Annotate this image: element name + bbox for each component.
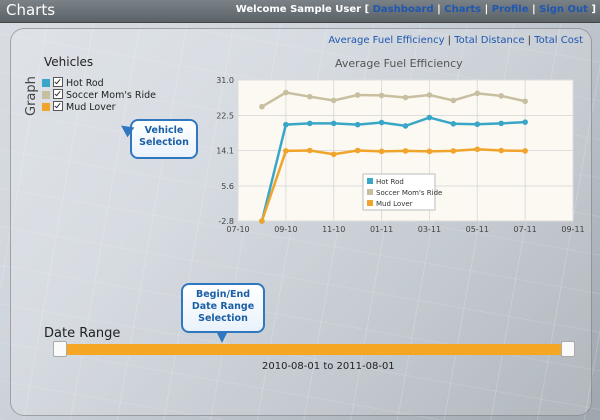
- data-point: [498, 147, 505, 154]
- data-point: [354, 147, 361, 154]
- legend-swatch: [367, 200, 373, 206]
- welcome-text: Welcome Sample User: [235, 4, 362, 15]
- data-point: [354, 121, 361, 128]
- data-point: [354, 92, 361, 98]
- sign-out-link[interactable]: Sign Out: [539, 4, 588, 15]
- date-range-callout: Begin/End Date Range Selection: [181, 283, 265, 343]
- x-tick-label: 11-10: [322, 225, 345, 234]
- graph-section-label: Graph: [24, 76, 39, 116]
- top-bar: Charts Welcome Sample User [ Dashboard |…: [0, 0, 600, 23]
- data-point: [450, 148, 457, 154]
- data-point: [474, 146, 481, 153]
- data-point: [450, 97, 457, 104]
- data-point: [259, 218, 265, 224]
- range-start: 2010-08-01: [262, 361, 321, 372]
- data-point: [402, 123, 409, 129]
- data-point: [474, 90, 481, 97]
- date-range-slider-track[interactable]: [55, 344, 573, 355]
- data-point: [522, 119, 528, 125]
- x-tick-label: 05-11: [466, 225, 489, 234]
- vehicle-item-soccer-moms-ride: Soccer Mom's Ride: [42, 89, 156, 101]
- data-point: [522, 148, 528, 154]
- data-point: [306, 93, 313, 100]
- x-tick-label: 07-10: [226, 225, 249, 234]
- date-range-end-handle[interactable]: [561, 341, 575, 357]
- x-tick-label: 09-10: [274, 225, 297, 234]
- color-swatch: [42, 103, 50, 111]
- data-point: [426, 114, 433, 121]
- vehicle-label: Mud Lover: [66, 102, 116, 113]
- tab-total-distance[interactable]: Total Distance: [454, 35, 524, 46]
- data-point: [330, 97, 337, 104]
- vehicle-item-hot-rod: Hot Rod: [42, 77, 104, 89]
- data-point: [498, 120, 505, 127]
- user-nav: Welcome Sample User [ Dashboard | Charts…: [235, 4, 596, 15]
- tab-average-fuel-efficiency[interactable]: Average Fuel Efficiency: [328, 35, 444, 46]
- data-point: [378, 119, 385, 126]
- legend-label: Soccer Mom's Ride: [376, 189, 442, 197]
- data-point: [330, 151, 337, 158]
- color-swatch: [42, 79, 50, 87]
- vehicle-checkbox-hot-rod[interactable]: [53, 77, 63, 87]
- data-point: [522, 98, 528, 105]
- vehicle-checkbox-soccer-moms-ride[interactable]: [53, 89, 63, 99]
- y-tick-label: 31.0: [216, 76, 234, 85]
- data-point: [426, 148, 433, 155]
- data-point: [283, 89, 289, 96]
- vehicle-item-mud-lover: Mud Lover: [42, 101, 116, 113]
- range-end: 2011-08-01: [336, 361, 395, 372]
- y-tick-label: 5.6: [221, 182, 234, 191]
- graph-tabs: Average Fuel Efficiency | Total Distance…: [328, 35, 583, 46]
- data-point: [306, 147, 313, 154]
- data-point: [402, 148, 409, 154]
- data-point: [259, 103, 265, 110]
- legend-swatch: [367, 178, 373, 184]
- data-point: [283, 148, 289, 154]
- y-tick-label: 14.1: [216, 147, 234, 156]
- date-range-start-handle[interactable]: [53, 341, 67, 357]
- date-range-text: 2010-08-01 to 2011-08-01: [262, 361, 395, 372]
- data-point: [330, 120, 337, 127]
- x-tick-label: 09-11: [561, 225, 584, 234]
- charts-link[interactable]: Charts: [444, 4, 481, 15]
- color-swatch: [42, 91, 50, 99]
- legend-label: Hot Rod: [376, 178, 404, 186]
- x-tick-label: 07-11: [514, 225, 537, 234]
- x-tick-label: 01-11: [370, 225, 393, 234]
- data-point: [498, 93, 505, 99]
- data-point: [306, 120, 313, 127]
- data-point: [450, 121, 457, 127]
- vehicle-selection-callout: Vehicle Selection: [130, 119, 198, 159]
- data-point: [474, 121, 481, 128]
- y-tick-label: 22.5: [216, 111, 234, 120]
- legend-label: Mud Lover: [376, 200, 413, 208]
- data-point: [283, 121, 289, 128]
- legend-swatch: [367, 189, 373, 195]
- tab-total-cost[interactable]: Total Cost: [534, 35, 583, 46]
- data-point: [378, 148, 385, 155]
- app-title: Charts: [6, 1, 56, 19]
- x-tick-label: 03-11: [418, 225, 441, 234]
- data-point: [402, 94, 409, 101]
- dashboard-link[interactable]: Dashboard: [373, 4, 434, 15]
- vehicles-title: Vehicles: [44, 55, 94, 69]
- range-separator: to: [323, 361, 334, 372]
- profile-link[interactable]: Profile: [492, 4, 529, 15]
- data-point: [378, 92, 385, 99]
- vehicle-checkbox-mud-lover[interactable]: [53, 101, 63, 111]
- vehicle-label: Soccer Mom's Ride: [66, 90, 157, 101]
- fuel-efficiency-chart: 31.022.514.15.6-2.807-10 09-10 11-10 01-11 0…: [216, 76, 584, 234]
- data-point: [426, 92, 433, 98]
- vehicle-label: Hot Rod: [66, 78, 104, 89]
- date-range-label: Date Range: [44, 326, 121, 341]
